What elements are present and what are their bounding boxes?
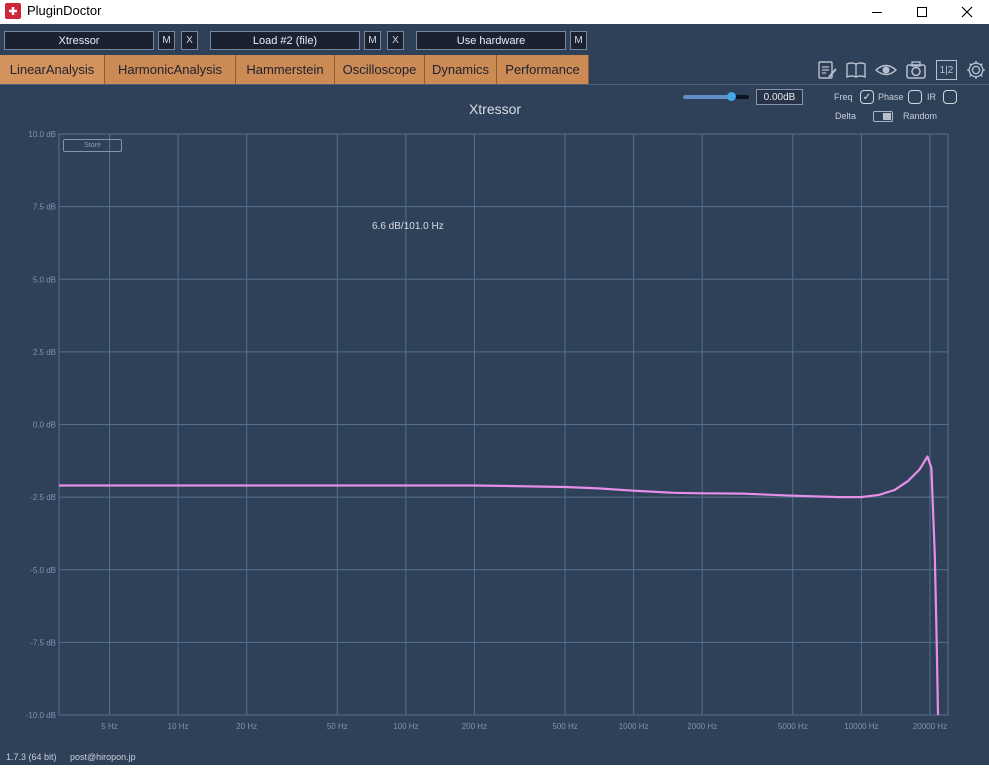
y-tick-label: -7.5 dB (30, 638, 56, 647)
x-tick-label: 500 Hz (552, 722, 577, 731)
cursor-readout: 6.6 dB/101.0 Hz (372, 221, 444, 232)
x-tick-label: 10 Hz (168, 722, 189, 731)
y-tick-label: 5.0 dB (33, 275, 56, 284)
contact-email: post@hiropon.jp (70, 752, 136, 762)
frequency-response-chart[interactable]: 10.0 dB 7.5 dB 5.0 dB 2.5 dB 0.0 dB -2.5 dB -5… (0, 0, 989, 768)
y-tick-label: 0.0 dB (33, 421, 56, 430)
y-tick-label: 10.0 dB (28, 130, 56, 139)
response-curve (59, 455, 940, 716)
x-tick-label: 200 Hz (462, 722, 487, 731)
version-label: 1.7.3 (64 bit) (6, 752, 57, 762)
x-tick-label: 5 Hz (101, 722, 117, 731)
x-tick-label: 1000 Hz (619, 722, 649, 731)
y-tick-label: -10.0 dB (26, 711, 56, 720)
y-tick-label: 2.5 dB (33, 348, 56, 357)
x-tick-label: 20 Hz (236, 722, 257, 731)
y-tick-label: 7.5 dB (33, 203, 56, 212)
x-tick-label: 100 Hz (393, 722, 418, 731)
store-button[interactable]: Store (63, 139, 122, 152)
y-tick-label: -2.5 dB (30, 493, 56, 502)
x-tick-label: 20000 Hz (913, 722, 947, 731)
x-tick-label: 50 Hz (327, 722, 348, 731)
x-tick-label: 2000 Hz (687, 722, 717, 731)
x-tick-label: 5000 Hz (778, 722, 808, 731)
y-tick-label: -5.0 dB (30, 566, 56, 575)
x-tick-label: 10000 Hz (844, 722, 878, 731)
